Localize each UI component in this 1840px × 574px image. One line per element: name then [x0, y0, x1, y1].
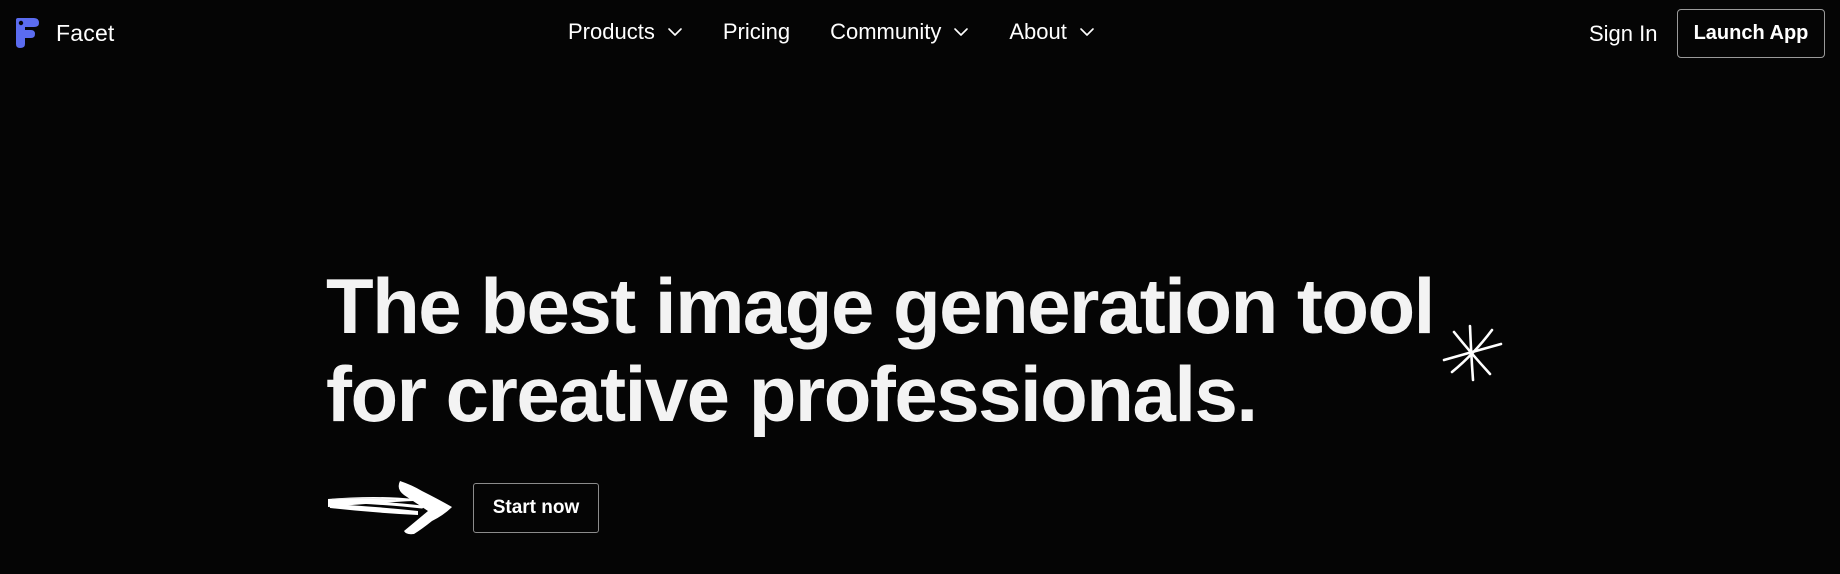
nav-item-community[interactable]: Community — [830, 19, 969, 45]
brand-name: Facet — [56, 19, 115, 46]
nav-item-about-label: About — [1009, 19, 1067, 44]
launch-app-button[interactable]: Launch App — [1677, 9, 1825, 58]
nav-item-about[interactable]: About — [1009, 19, 1095, 45]
nav-item-products[interactable]: Products — [568, 19, 683, 45]
hero-headline-line-2: for creative professionals. — [326, 350, 1258, 438]
chevron-down-icon — [668, 28, 682, 36]
start-now-button[interactable]: Start now — [473, 483, 599, 533]
nav-item-products-label: Products — [568, 19, 655, 44]
chevron-down-icon — [1080, 28, 1094, 36]
sign-in-link[interactable]: Sign In — [1589, 21, 1658, 47]
facet-logo-icon — [16, 18, 39, 48]
main-menu: Products Pricing Community About — [568, 19, 1135, 45]
landing-page: Facet Products Pricing Community About S… — [0, 0, 1840, 574]
brush-arrow-icon — [328, 481, 452, 535]
nav-item-community-label: Community — [830, 19, 942, 44]
hero-headline: The best image generation tool for creat… — [326, 262, 1466, 438]
hero-headline-line-1: The best image generation tool — [326, 262, 1435, 350]
chevron-down-icon — [954, 28, 969, 36]
brand[interactable]: Facet — [12, 17, 115, 49]
sparkle-icon — [1442, 324, 1503, 382]
top-navigation: Facet Products Pricing Community About S… — [0, 0, 1840, 68]
nav-item-pricing[interactable]: Pricing — [723, 19, 790, 45]
nav-item-pricing-label: Pricing — [722, 19, 791, 44]
